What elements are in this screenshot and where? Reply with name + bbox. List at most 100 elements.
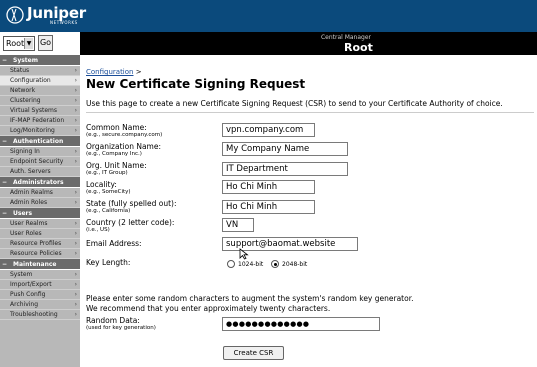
chevron-right-icon: ›: [74, 148, 77, 155]
sidebar-item-configuration[interactable]: Configuration ›: [0, 76, 80, 86]
org-unit-hint: (e.g., IT Group): [86, 170, 128, 176]
sidebar-section-authentication[interactable]: − Authentication: [0, 136, 80, 147]
chevron-right-icon: ›: [74, 271, 77, 278]
central-manager-bar: [80, 32, 537, 55]
sidebar-item-archiving[interactable]: Archiving ›: [0, 300, 80, 310]
page-intro: Use this page to create a new Certificat…: [86, 99, 503, 108]
chevron-down-icon: ▼: [24, 38, 33, 49]
central-manager-label: Central Manager: [320, 34, 371, 41]
chevron-right-icon: ›: [74, 250, 77, 257]
chevron-right-icon: ›: [74, 240, 77, 247]
collapse-icon: −: [2, 57, 8, 64]
collapse-icon: −: [2, 261, 8, 268]
state-field[interactable]: Ho Chi Minh: [222, 200, 315, 214]
country-hint: (i.e., US): [86, 227, 110, 233]
sidebar-item-auth-servers[interactable]: Auth. Servers: [0, 167, 80, 177]
org-name-label: Organization Name:: [86, 142, 161, 151]
state-hint: (e.g., California): [86, 208, 131, 214]
sidebar-item-resource-profiles[interactable]: Resource Profiles ›: [0, 239, 80, 249]
common-name-label: Common Name:: [86, 123, 147, 132]
chevron-right-icon: ›: [74, 220, 77, 227]
breadcrumb: Configuration >: [86, 68, 142, 76]
create-csr-button[interactable]: Create CSR: [223, 346, 284, 360]
sidebar-item-troubleshooting[interactable]: Troubleshooting ›: [0, 310, 80, 320]
collapse-icon: −: [2, 138, 8, 145]
sidebar-item-admin-roles[interactable]: Admin Roles ›: [0, 198, 80, 208]
chevron-right-icon: ›: [74, 87, 77, 94]
random-data-label: Random Data:: [86, 316, 140, 325]
sidebar-item-resource-policies[interactable]: Resource Policies ›: [0, 249, 80, 259]
sidebar-item-status[interactable]: Status ›: [0, 66, 80, 76]
country-label: Country (2 letter code):: [86, 218, 175, 227]
chevron-right-icon: ›: [74, 230, 77, 237]
sidebar-item-import-export[interactable]: Import/Export ›: [0, 280, 80, 290]
sidebar-item-clustering[interactable]: Clustering ›: [0, 96, 80, 106]
random-note-2: We recommend that you enter approximatel…: [86, 304, 331, 313]
main-panel: Configuration > New Certificate Signing …: [80, 55, 537, 367]
sidebar-item-system[interactable]: System ›: [0, 270, 80, 280]
state-label: State (fully spelled out):: [86, 199, 177, 208]
chevron-right-icon: ›: [74, 158, 77, 165]
sidebar-item-network[interactable]: Network ›: [0, 86, 80, 96]
brand-logo: Juniper NETWORKS: [6, 4, 90, 26]
chevron-right-icon: ›: [74, 117, 77, 124]
role-switcher: Root ▼ Go: [0, 32, 80, 55]
locality-label: Locality:: [86, 180, 117, 189]
email-label: Email Address:: [86, 239, 142, 248]
sidebar-item-signing-in[interactable]: Signing In ›: [0, 147, 80, 157]
locality-hint: (e.g., SomeCity): [86, 189, 131, 195]
divider: [86, 112, 534, 113]
brand-sub: NETWORKS: [50, 20, 78, 25]
chevron-right-icon: ›: [74, 67, 77, 74]
common-name-hint: (e.g., secure.company.com): [86, 132, 163, 138]
key-length-2048-radio[interactable]: [271, 260, 279, 268]
org-name-field[interactable]: My Company Name: [222, 142, 348, 156]
breadcrumb-link-configuration[interactable]: Configuration: [86, 68, 133, 76]
sidebar-item-user-realms[interactable]: User Realms ›: [0, 219, 80, 229]
header-bar: Juniper NETWORKS: [0, 0, 537, 32]
collapse-icon: −: [2, 210, 8, 217]
chevron-right-icon: ›: [74, 311, 77, 318]
mouse-cursor-icon: [239, 248, 249, 260]
sidebar: − System Status › Configuration › Network › …: [0, 55, 80, 367]
page-title: New Certificate Signing Request: [86, 77, 306, 91]
collapse-icon: −: [2, 179, 8, 186]
chevron-right-icon: ›: [74, 189, 77, 196]
random-data-hint: (used for key generation): [86, 325, 156, 331]
chevron-right-icon: ›: [74, 127, 77, 134]
common-name-field[interactable]: vpn.company.com: [222, 123, 315, 137]
sidebar-item-virtual-systems[interactable]: Virtual Systems ›: [0, 106, 80, 116]
org-unit-field[interactable]: IT Department: [222, 162, 348, 176]
org-unit-label: Org. Unit Name:: [86, 161, 147, 170]
chevron-right-icon: ›: [74, 77, 77, 84]
random-note-1: Please enter some random characters to a…: [86, 294, 414, 303]
role-select-value: Root: [6, 39, 25, 48]
chevron-right-icon: ›: [74, 97, 77, 104]
key-length-2048-label: 2048-bit: [282, 261, 308, 268]
chevron-right-icon: ›: [74, 281, 77, 288]
juniper-logo-icon: [6, 6, 24, 24]
key-length-1024-label: 1024-bit: [238, 261, 264, 268]
sidebar-item-admin-realms[interactable]: Admin Realms ›: [0, 188, 80, 198]
random-data-field[interactable]: ●●●●●●●●●●●●●: [222, 317, 380, 331]
role-select[interactable]: Root ▼: [3, 36, 35, 51]
sidebar-section-maintenance[interactable]: − Maintenance: [0, 259, 80, 270]
country-field[interactable]: VN: [222, 218, 254, 232]
sidebar-section-users[interactable]: − Users: [0, 208, 80, 219]
chevron-right-icon: ›: [74, 199, 77, 206]
sidebar-item-endpoint-security[interactable]: Endpoint Security ›: [0, 157, 80, 167]
sidebar-section-administrators[interactable]: − Administrators: [0, 177, 80, 188]
key-length-1024-radio[interactable]: [227, 260, 235, 268]
chevron-right-icon: ›: [74, 291, 77, 298]
locality-field[interactable]: Ho Chi Minh: [222, 180, 315, 194]
org-name-hint: (e.g., Company Inc.): [86, 151, 142, 157]
central-manager-title: Root: [344, 41, 373, 54]
key-length-label: Key Length:: [86, 258, 131, 267]
sidebar-item-user-roles[interactable]: User Roles ›: [0, 229, 80, 239]
sidebar-item-log-monitoring[interactable]: Log/Monitoring ›: [0, 126, 80, 136]
app-window: Juniper NETWORKS Root ▼ Go Central Manag…: [0, 0, 537, 367]
sidebar-item-ifmap-federation[interactable]: IF-MAP Federation ›: [0, 116, 80, 126]
sidebar-section-system[interactable]: − System: [0, 55, 80, 66]
go-button[interactable]: Go: [38, 35, 53, 51]
sidebar-item-push-config[interactable]: Push Config ›: [0, 290, 80, 300]
